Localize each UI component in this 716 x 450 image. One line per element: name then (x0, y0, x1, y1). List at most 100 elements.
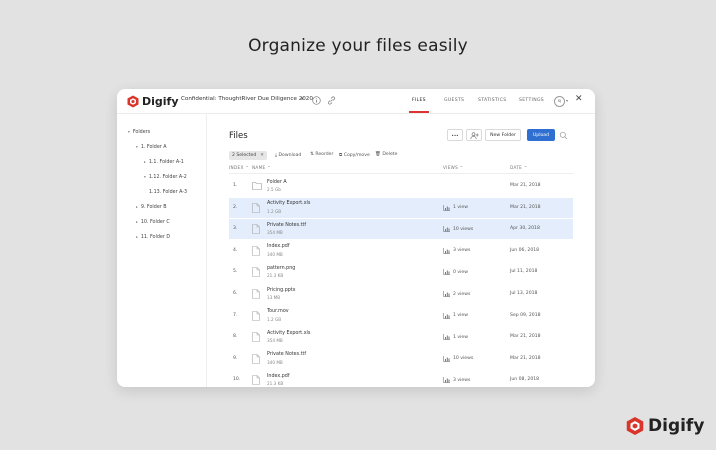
row-index: 2. (233, 204, 238, 210)
folder-icon (252, 182, 262, 190)
file-name[interactable]: Private Notes.ttf (267, 223, 306, 228)
chevron-down-icon[interactable]: ▾ (301, 96, 304, 102)
file-size: 1.2 GB (267, 316, 282, 322)
file-size: 1.2 GB (267, 208, 282, 214)
file-icon (252, 353, 260, 364)
column-views[interactable]: VIEWS ⌃ (443, 165, 463, 170)
table-row[interactable]: 1. Folder A 2.5 Gb Mar 21, 2018 (229, 176, 573, 196)
table-row[interactable]: 9. Private Notes.ttf 340 MB 10 views Mar 21,… (229, 349, 573, 369)
file-date: Mar 21, 2018 (510, 355, 541, 361)
page-title: Files (229, 131, 248, 141)
tree-root-folders[interactable]: ▾ Folders (128, 130, 150, 135)
tree-item-folder-a-2[interactable]: ▾ 1.12. Folder A-2 (144, 175, 187, 180)
file-date: Jul 13, 2018 (510, 291, 538, 296)
file-icon (252, 375, 260, 386)
clear-selection-icon[interactable]: ✕ (260, 151, 264, 160)
tree-item-folder-a-1[interactable]: ▸ 1.1. Folder A-1 (144, 160, 184, 165)
column-name[interactable]: NAME ⌃ (252, 165, 271, 170)
chevron-down-icon[interactable]: ▾ (136, 145, 138, 149)
file-date: Jun 08, 2018 (510, 377, 540, 383)
row-index: 8. (233, 334, 238, 340)
column-date[interactable]: DATE ⌃ (510, 165, 528, 170)
chevron-right-icon[interactable]: ▸ (136, 235, 138, 239)
column-index[interactable]: INDEX ⌃ (229, 165, 249, 170)
file-date: Jun 06, 2018 (510, 247, 540, 253)
tree-item-folder-a[interactable]: ▾ 1. Folder A (136, 145, 167, 150)
chevron-down-icon[interactable]: ▾ (128, 130, 130, 134)
table-row[interactable]: 4. Index.pdf 340 MB 3 views Jun 06, 2018 (229, 241, 573, 261)
info-icon[interactable] (312, 96, 321, 105)
row-index: 7. (233, 312, 238, 318)
table-row[interactable]: 2. Activity Export.xls 1.2 GB 1 view Mar 21,… (229, 197, 573, 218)
row-index: 5. (233, 269, 238, 275)
file-name[interactable]: Activity Export.xls (267, 201, 310, 206)
close-icon[interactable]: ✕ (575, 95, 583, 104)
table-row[interactable]: 3. Private Notes.ttf 354 MB 10 views Apr 30,… (229, 219, 573, 240)
file-date: Apr 30, 2018 (510, 226, 540, 232)
download-icon: ⤓ (275, 153, 278, 158)
tab-statistics[interactable]: STATISTICS (478, 98, 507, 103)
file-name[interactable]: Activity Export.xls (267, 331, 310, 336)
file-icon (252, 224, 260, 234)
chart-icon (443, 377, 450, 384)
tree-item-folder-c[interactable]: ▸ 10. Folder C (136, 220, 170, 225)
file-name[interactable]: Private Notes.ttf (267, 352, 306, 357)
tab-settings[interactable]: SETTINGS (519, 98, 544, 103)
chart-icon (443, 226, 450, 232)
tree-item-folder-b[interactable]: ▸ 9. Folder B (136, 205, 167, 210)
chevron-right-icon[interactable]: ▸ (144, 160, 146, 164)
chart-icon (443, 269, 450, 276)
upload-button[interactable]: Upload (527, 129, 555, 141)
file-size: 13 MB (267, 295, 281, 300)
download-button[interactable]: ⤓ Download (275, 152, 301, 158)
copy-move-button[interactable]: ⧉ Copy/move (339, 152, 370, 158)
file-name[interactable]: Tour.mov (267, 309, 289, 314)
delete-button[interactable]: 🗑 Delete (375, 152, 397, 157)
reorder-button[interactable]: ⇅ Reorder (310, 152, 333, 157)
new-folder-button[interactable]: New Folder (485, 129, 521, 141)
add-user-button[interactable] (466, 129, 482, 141)
tree-item-folder-a-3[interactable]: 1.13. Folder A-3 (149, 190, 187, 195)
chart-icon (443, 312, 450, 319)
file-name[interactable]: Index.pdf (267, 244, 290, 249)
file-name[interactable]: pattern.png (267, 266, 295, 271)
chevron-right-icon[interactable]: ▸ (136, 220, 138, 224)
table-row[interactable]: 10. Index.pdf 21.3 KB 3 views Jun 08, 2018 (229, 370, 573, 387)
top-bar: Digify Confidential: ThoughtRiver Due Di… (117, 89, 595, 114)
more-options-button[interactable]: ••• (447, 129, 463, 141)
table-row[interactable]: 7. Tour.mov 1.2 GB 1 view Sep 09, 2018 (229, 306, 573, 326)
file-name[interactable]: Folder A (267, 180, 287, 185)
file-icon (252, 310, 260, 321)
table-row[interactable]: 6. Pricing.pptx 13 MB 2 views Jul 13, 2018 (229, 284, 573, 304)
table-row[interactable]: 8. Activity Export.xls 354 MB 1 view Mar 21,… (229, 327, 573, 347)
chart-icon (443, 291, 450, 297)
folder-tree: ▾ Folders ▾ 1. Folder A ▸ 1.1. Folder A-1 ▾… (117, 114, 207, 387)
search-icon[interactable] (559, 131, 568, 140)
row-index: 10. (233, 377, 241, 383)
file-size: 354 MB (267, 338, 283, 344)
app-window: Digify Confidential: ThoughtRiver Due Di… (117, 89, 595, 387)
tree-item-folder-d[interactable]: ▸ 11. Folder D (136, 235, 170, 240)
file-name[interactable]: Pricing.pptx (267, 288, 296, 293)
table-row[interactable]: 5. pattern.png 21.3 KB 0 view Jul 11, 2018 (229, 262, 573, 282)
chevron-down-icon[interactable]: ▾ (566, 98, 568, 103)
selection-chip[interactable]: 2 Selected ✕ (229, 151, 267, 160)
avatar[interactable]: SJ (554, 96, 565, 107)
brand-logo[interactable]: Digify (127, 94, 179, 108)
file-size: 340 MB (267, 359, 283, 365)
file-size: 354 MB (267, 230, 283, 236)
tab-guests[interactable]: GUESTS (444, 98, 464, 103)
file-size: 21.3 KB (267, 381, 284, 387)
view-count: 1 view (443, 334, 468, 340)
brand-watermark: Digify (626, 416, 704, 436)
file-icon (252, 267, 260, 278)
file-date: Mar 21, 2018 (510, 334, 541, 340)
file-name[interactable]: Index.pdf (267, 374, 290, 379)
view-count: 1 view (443, 204, 468, 211)
tab-files[interactable]: FILES (412, 98, 426, 103)
file-icon (252, 332, 260, 342)
chevron-right-icon[interactable]: ▸ (136, 205, 138, 209)
chevron-down-icon[interactable]: ▾ (144, 175, 146, 179)
document-title[interactable]: Confidential: ThoughtRiver Due Diligence… (181, 96, 313, 102)
link-icon[interactable] (327, 96, 336, 105)
